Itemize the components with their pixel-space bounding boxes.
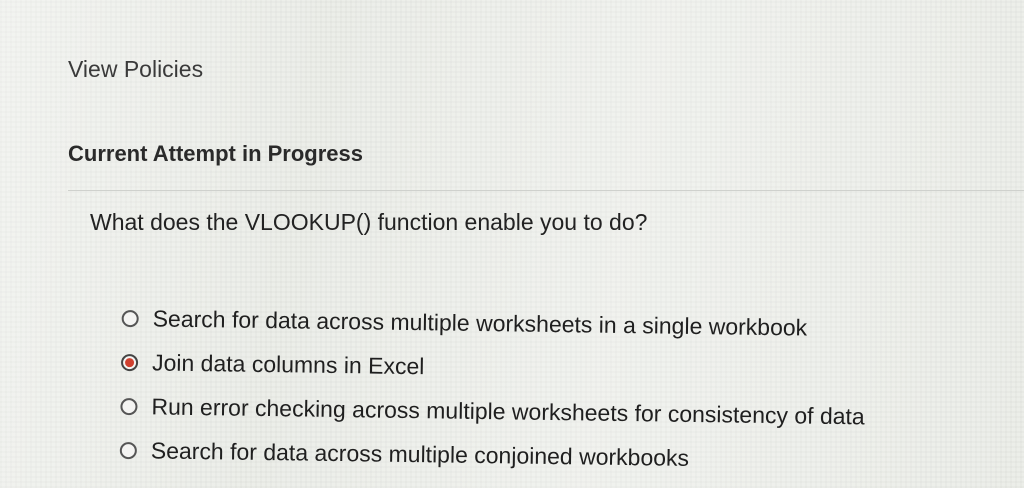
- screen-background: View Policies Current Attempt in Progres…: [0, 0, 1024, 488]
- answer-options: Search for data across multiple workshee…: [119, 296, 1002, 484]
- answer-option-label: Search for data across multiple conjoine…: [150, 436, 690, 471]
- view-policies-link[interactable]: View Policies: [68, 56, 203, 83]
- answer-option-label: Search for data across multiple workshee…: [152, 304, 808, 341]
- radio-button-unselected-icon[interactable]: [121, 309, 139, 327]
- question-text: What does the VLOOKUP() function enable …: [90, 209, 648, 235]
- answer-option-label: Run error checking across multiple works…: [151, 392, 865, 429]
- radio-button-unselected-icon[interactable]: [119, 441, 137, 459]
- answer-option-label: Join data columns in Excel: [151, 348, 425, 379]
- radio-button-unselected-icon[interactable]: [120, 397, 138, 415]
- section-divider: [68, 190, 1024, 191]
- attempt-status-heading: Current Attempt in Progress: [68, 141, 364, 166]
- radio-button-selected-icon[interactable]: [120, 353, 139, 371]
